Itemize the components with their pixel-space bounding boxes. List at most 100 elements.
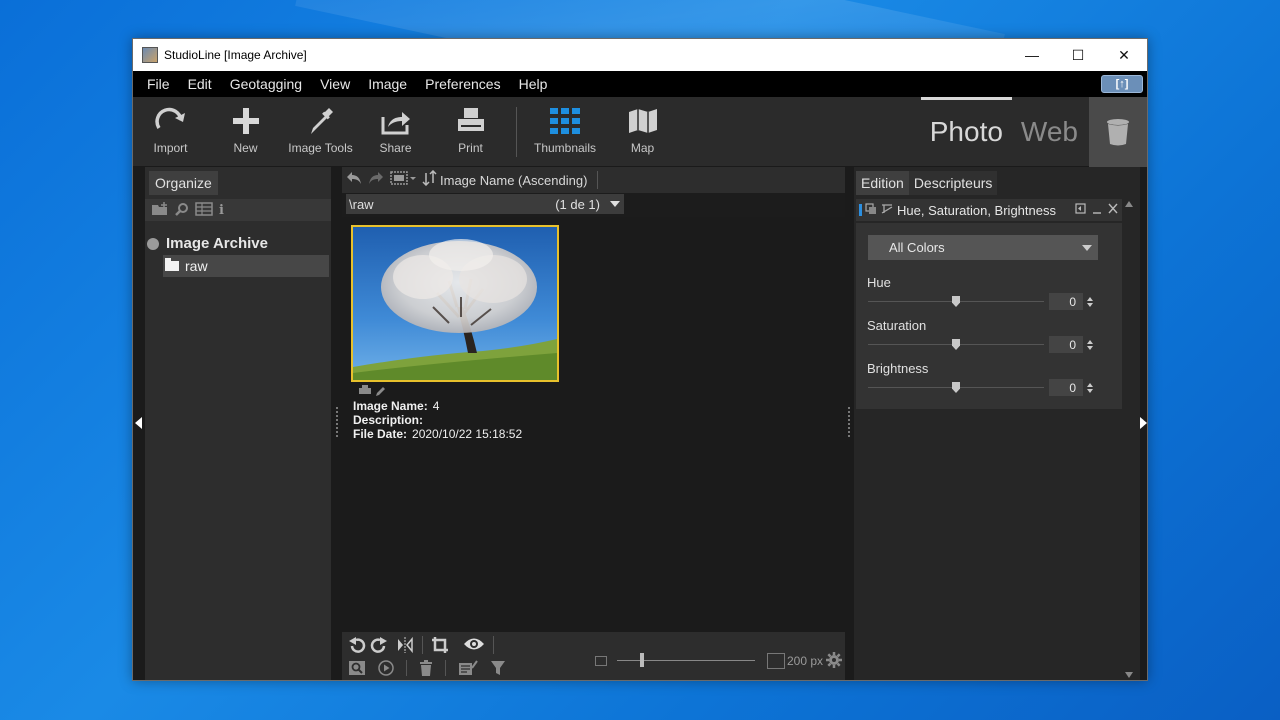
thumbnail-size-label: 200 px: [786, 654, 823, 668]
color-range-select[interactable]: All Colors: [868, 235, 1098, 260]
small-thumb-icon: [595, 656, 607, 666]
brightness-value-field[interactable]: 0: [1049, 379, 1083, 396]
import-label: Import: [153, 141, 188, 155]
flip-icon[interactable]: [396, 636, 414, 658]
hue-label: Hue: [867, 275, 891, 290]
app-window: StudioLine [Image Archive] — ☐ ✕ File Ed…: [132, 38, 1148, 681]
selection-grid-icon[interactable]: [390, 170, 416, 190]
collapse-right-arrow-icon[interactable]: [1140, 417, 1147, 429]
import-button[interactable]: Import: [133, 97, 208, 166]
close-section-icon[interactable]: [1108, 203, 1118, 217]
crop-icon[interactable]: [431, 636, 449, 658]
thumbnail-bottom-toolbar: 200 px: [342, 632, 845, 680]
title-bar: StudioLine [Image Archive] — ☐ ✕: [133, 39, 1147, 71]
maximize-button[interactable]: ☐: [1055, 39, 1101, 71]
info-icon[interactable]: i: [219, 203, 224, 218]
mode-tabs: Photo Web: [920, 97, 1087, 167]
archive-dot-icon: [147, 237, 159, 250]
tab-descripteurs[interactable]: Descripteurs: [908, 171, 998, 195]
view-tools-row: [348, 660, 506, 680]
window-title: StudioLine [Image Archive]: [164, 48, 307, 62]
thumbnail-size-slider[interactable]: [595, 653, 785, 669]
thumbnails-button[interactable]: Thumbnails: [525, 97, 605, 166]
menu-preferences[interactable]: Preferences: [425, 76, 500, 92]
center-toolbar: Image Name (Ascending): [342, 167, 845, 193]
update-button[interactable]: [↑]: [1101, 75, 1143, 93]
gear-icon[interactable]: [826, 652, 842, 673]
zoom-view-icon[interactable]: [348, 660, 366, 680]
new-button[interactable]: New: [208, 97, 283, 166]
close-button[interactable]: ✕: [1101, 39, 1147, 71]
right-splitter-handle[interactable]: [848, 407, 851, 437]
tree-item-raw[interactable]: raw: [163, 255, 329, 277]
right-panel-scrollbar[interactable]: [1124, 199, 1134, 680]
image-tools-button[interactable]: Image Tools: [283, 97, 358, 166]
redo-icon[interactable]: [368, 171, 384, 190]
file-date-value: 2020/10/22 15:18:52: [412, 427, 523, 441]
minimize-section-icon[interactable]: [1092, 203, 1102, 217]
tree-root-image-archive[interactable]: Image Archive: [147, 235, 268, 252]
thumbnail-image[interactable]: [351, 225, 559, 382]
scroll-down-icon[interactable]: [1125, 672, 1133, 678]
path-dropdown[interactable]: \raw (1 de 1): [346, 194, 624, 214]
preview-eye-icon[interactable]: [463, 636, 485, 658]
slider-handle[interactable]: [640, 653, 645, 667]
saturation-value-field[interactable]: 0: [1049, 336, 1083, 353]
slideshow-play-icon[interactable]: [378, 660, 394, 680]
edition-panel: Edition Descripteurs Hue, Saturation, Br…: [854, 167, 1140, 680]
rotate-right-icon[interactable]: [370, 636, 388, 658]
share-button[interactable]: Share: [358, 97, 433, 166]
hsb-tool-icon: [881, 203, 893, 218]
filter-icon[interactable]: [490, 660, 506, 680]
hsb-section-header[interactable]: Hue, Saturation, Brightness: [856, 199, 1122, 221]
description-row: Description:: [353, 413, 522, 427]
brightness-spinner[interactable]: [1085, 379, 1095, 396]
table-icon[interactable]: [195, 201, 213, 219]
collapse-left-arrow-icon[interactable]: [135, 417, 142, 429]
edit-description-icon[interactable]: [458, 660, 478, 680]
minimize-button[interactable]: —: [1009, 39, 1055, 71]
print-button[interactable]: Print: [433, 97, 508, 166]
menu-help[interactable]: Help: [519, 76, 548, 92]
rotate-left-icon[interactable]: [348, 636, 366, 658]
divider: [422, 636, 423, 654]
divider: [406, 660, 407, 676]
chevron-down-icon: [1082, 244, 1092, 251]
tab-organize[interactable]: Organize: [149, 171, 218, 195]
undo-icon[interactable]: [346, 171, 362, 190]
tree-photo: [353, 227, 557, 380]
hue-value-field[interactable]: 0: [1049, 293, 1083, 310]
trash-button[interactable]: [1089, 97, 1147, 167]
sort-icon[interactable]: [422, 169, 438, 191]
undock-icon[interactable]: [1075, 203, 1086, 217]
tab-web[interactable]: Web: [1012, 97, 1087, 167]
menu-edit[interactable]: Edit: [188, 76, 212, 92]
brightness-label: Brightness: [867, 361, 929, 376]
saturation-slider-handle[interactable]: [952, 339, 960, 350]
hue-slider-handle[interactable]: [952, 296, 960, 307]
tab-photo[interactable]: Photo: [920, 97, 1013, 167]
delete-trash-icon[interactable]: [419, 660, 433, 680]
tab-edition[interactable]: Edition: [856, 171, 909, 195]
search-icon[interactable]: [175, 202, 189, 219]
new-label: New: [233, 141, 258, 155]
sort-label[interactable]: Image Name (Ascending): [440, 173, 587, 188]
grid-icon: [550, 105, 580, 137]
hsb-controls: All Colors Hue 0 Saturation 0 Brightness…: [856, 223, 1122, 409]
hue-spinner[interactable]: [1085, 293, 1095, 310]
scroll-up-icon[interactable]: [1125, 201, 1133, 207]
menu-geotagging[interactable]: Geotagging: [230, 76, 302, 92]
image-name-row: Image Name: 4: [353, 399, 522, 413]
menu-file[interactable]: File: [147, 76, 170, 92]
new-folder-icon[interactable]: [151, 201, 169, 219]
workspace: Organize i Image Archive raw Image Name …: [133, 167, 1147, 680]
menu-image[interactable]: Image: [368, 76, 407, 92]
menu-view[interactable]: View: [320, 76, 350, 92]
saturation-spinner[interactable]: [1085, 336, 1095, 353]
map-icon: [628, 105, 658, 137]
file-date-label: File Date:: [353, 427, 408, 441]
brightness-slider-handle[interactable]: [952, 382, 960, 393]
map-button[interactable]: Map: [605, 97, 680, 166]
left-splitter-handle[interactable]: [336, 407, 339, 437]
slider-track: [617, 660, 755, 661]
